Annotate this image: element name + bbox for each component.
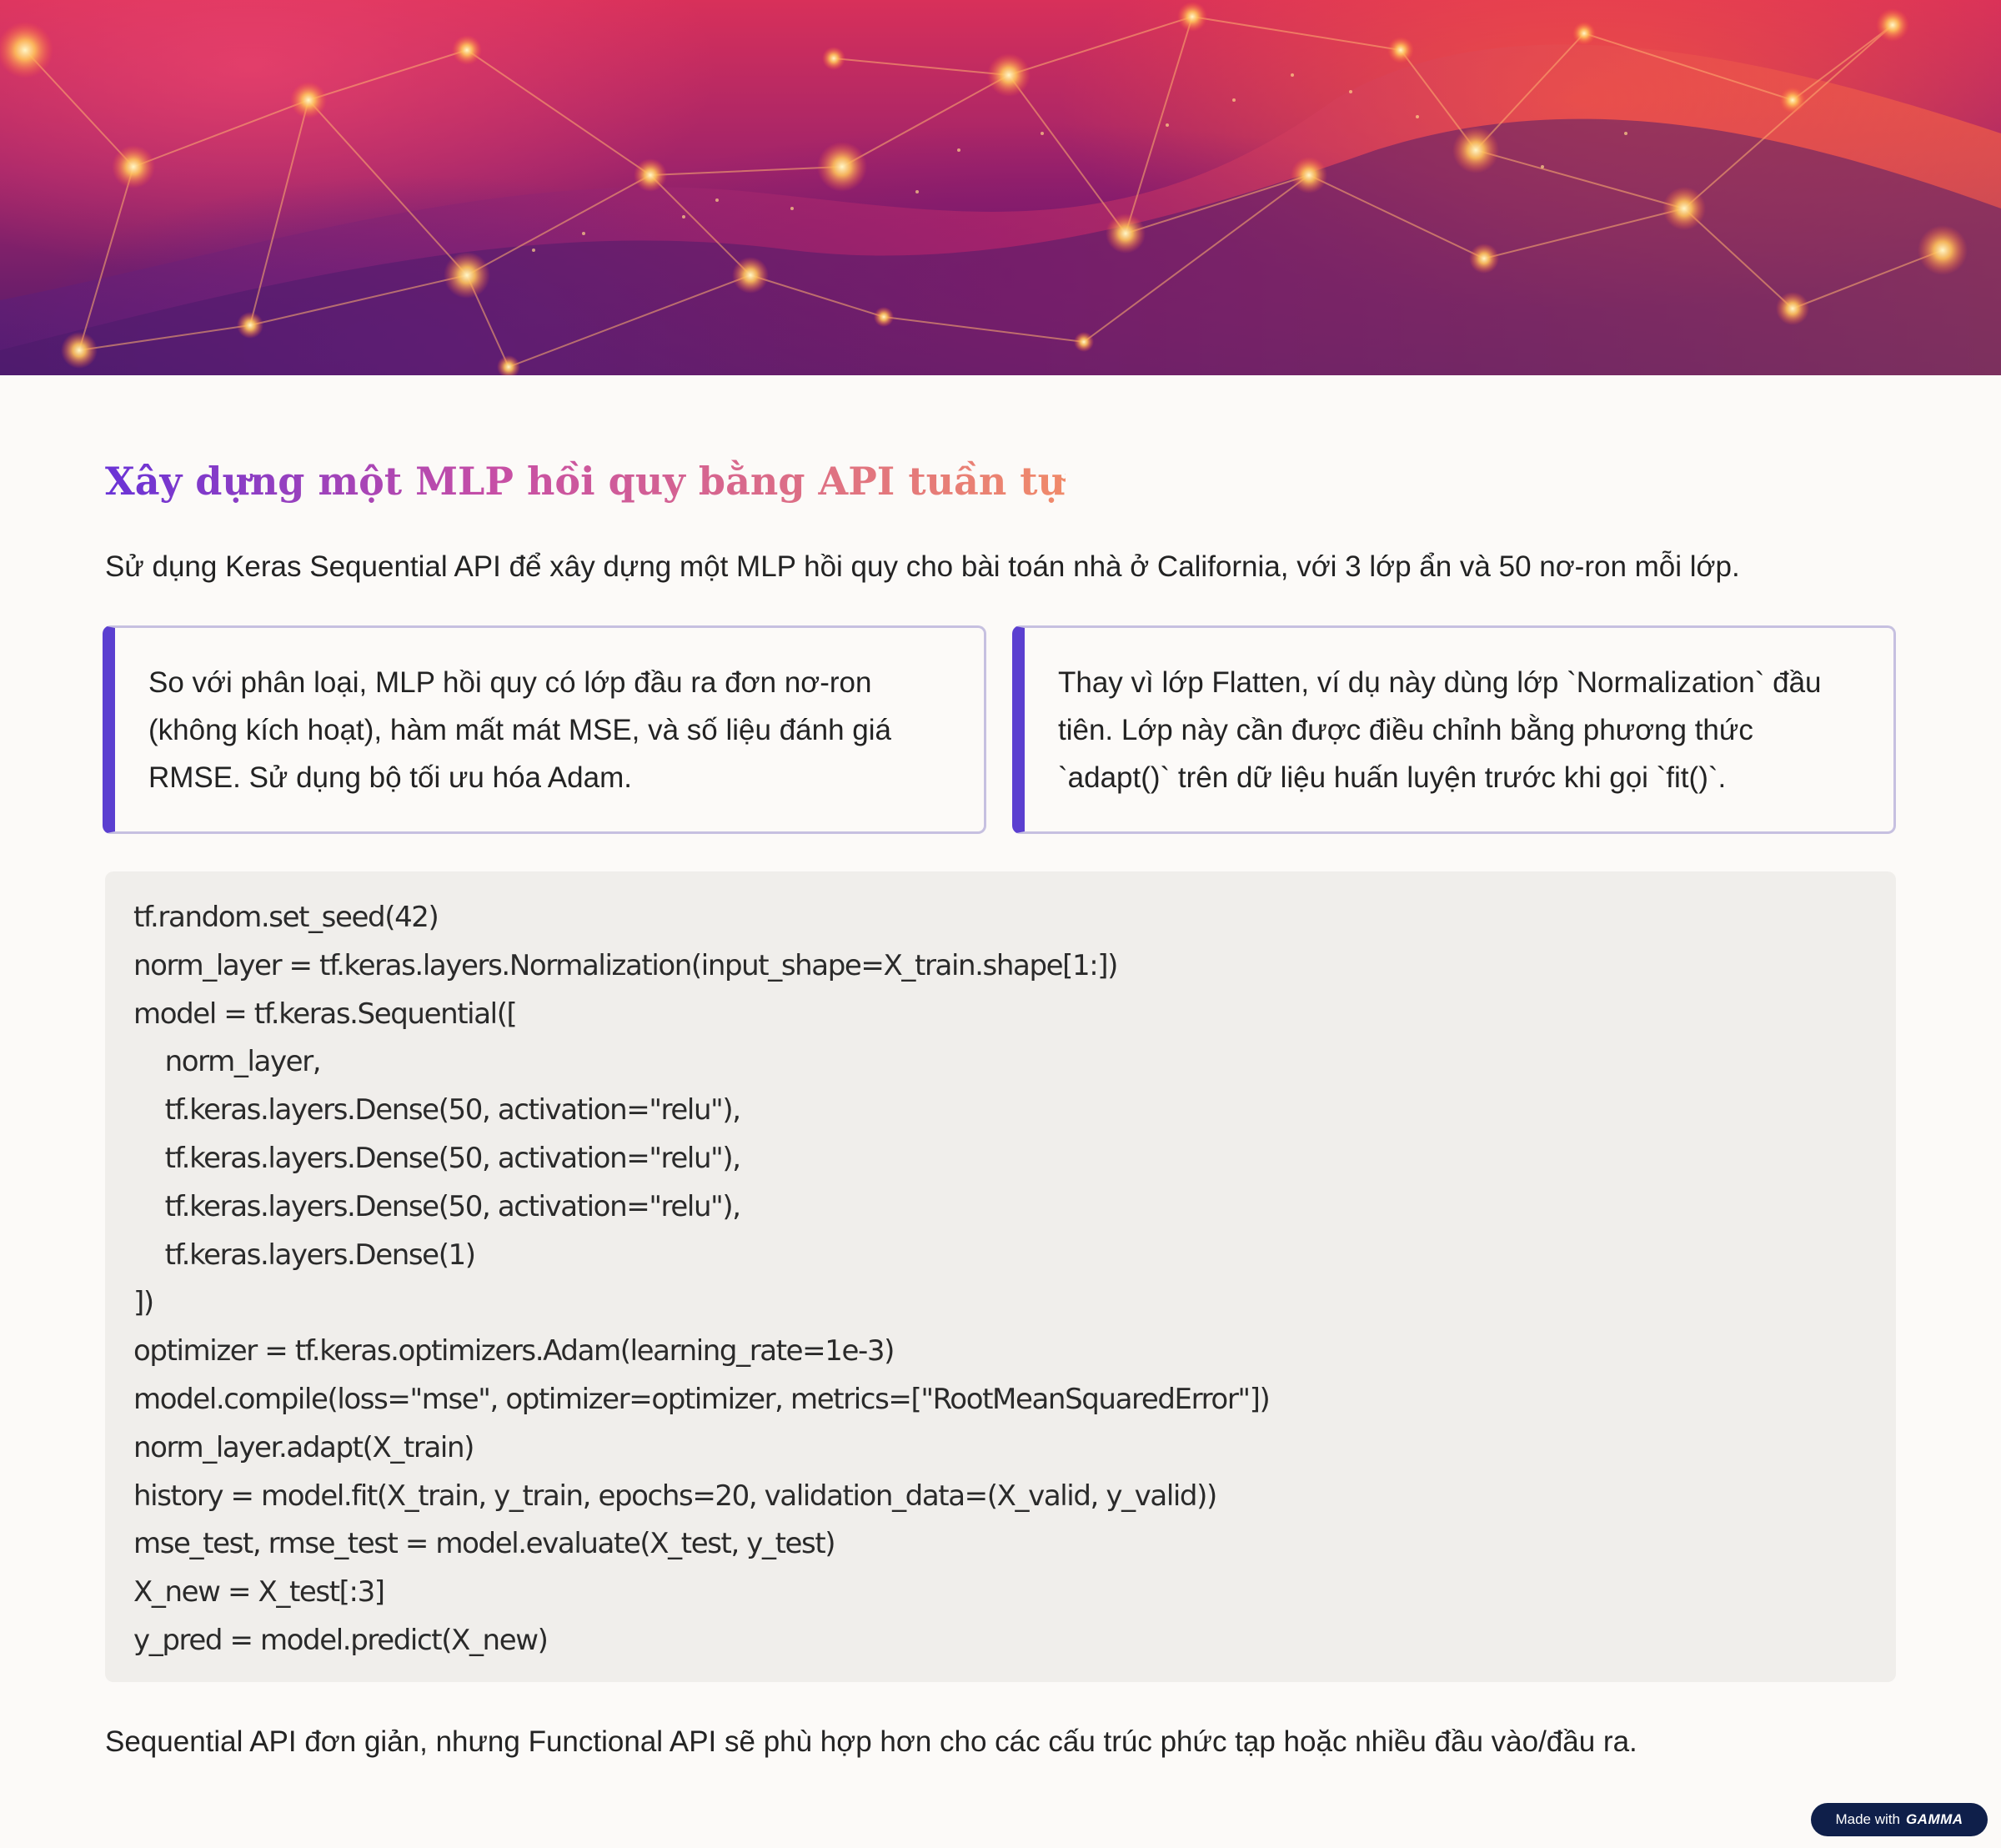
code-line: tf.keras.layers.Dense(50, activation="re… bbox=[133, 1141, 741, 1175]
code-line: tf.keras.layers.Dense(1) bbox=[133, 1238, 476, 1272]
code-line: mse_test, rmse_test = model.evaluate(X_t… bbox=[133, 1527, 836, 1561]
code-line: norm_layer.adapt(X_train) bbox=[133, 1430, 474, 1464]
code-line: X_new = X_test[:3] bbox=[133, 1575, 385, 1609]
intro-paragraph: Sử dụng Keras Sequential API để xây dựng… bbox=[105, 550, 1740, 583]
callout-text: Thay vì lớp Flatten, ví dụ này dùng lớp … bbox=[1058, 666, 1822, 794]
code-line: model.compile(loss="mse", optimizer=opti… bbox=[133, 1382, 1271, 1416]
page-title: Xây dựng một MLP hồi quy bằng API tuần t… bbox=[105, 454, 1066, 508]
hero-banner-image bbox=[0, 0, 2001, 375]
summary-paragraph: Sequential API đơn giản, nhưng Functiona… bbox=[105, 1725, 1637, 1758]
code-line: norm_layer, bbox=[133, 1045, 322, 1079]
code-line: tf.keras.layers.Dense(50, activation="re… bbox=[133, 1189, 741, 1223]
made-with-gamma-badge[interactable]: Made with GAMMA bbox=[1811, 1803, 1988, 1836]
code-line: model = tf.keras.Sequential([ bbox=[133, 997, 518, 1031]
callout-normalization-note: Thay vì lớp Flatten, ví dụ này dùng lớp … bbox=[1012, 625, 1896, 834]
code-block: tf.random.set_seed(42) norm_layer = tf.k… bbox=[105, 871, 1896, 1682]
code-line: norm_layer = tf.keras.layers.Normalizati… bbox=[133, 948, 1118, 982]
code-line: optimizer = tf.keras.optimizers.Adam(lea… bbox=[133, 1334, 895, 1368]
callout-regression-note: So với phân loại, MLP hồi quy có lớp đầu… bbox=[103, 625, 986, 834]
gamma-logo: GAMMA bbox=[1905, 1811, 1963, 1827]
badge-prefix: Made with bbox=[1835, 1811, 1900, 1827]
code-line: tf.random.set_seed(42) bbox=[133, 901, 439, 934]
callout-text: So với phân loại, MLP hồi quy có lớp đầu… bbox=[148, 666, 891, 794]
code-line: ]) bbox=[133, 1286, 154, 1320]
code-line: tf.keras.layers.Dense(50, activation="re… bbox=[133, 1093, 741, 1127]
neural-network-illustration bbox=[0, 2, 2001, 375]
code-line: y_pred = model.predict(X_new) bbox=[133, 1623, 549, 1657]
code-line: history = model.fit(X_train, y_train, ep… bbox=[133, 1479, 1217, 1513]
